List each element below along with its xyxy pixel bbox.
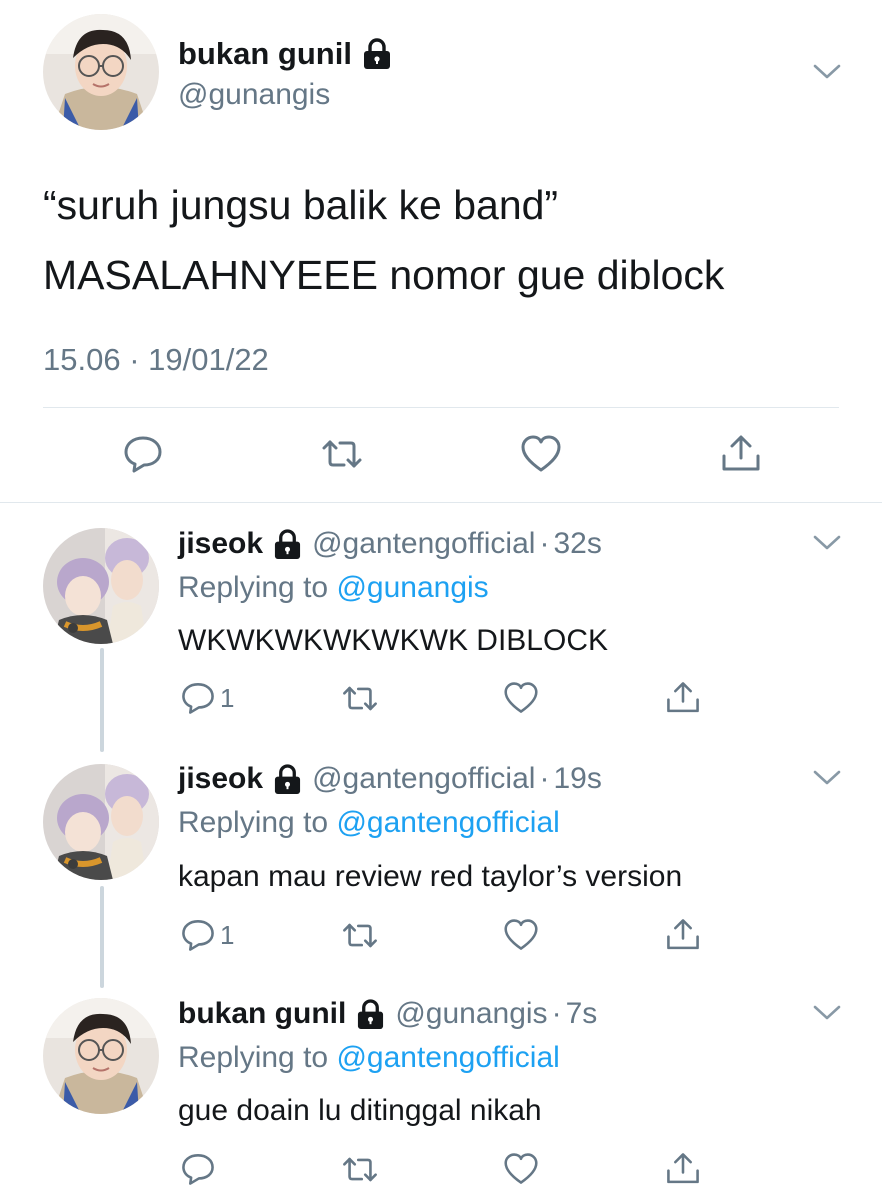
like-icon[interactable] bbox=[503, 681, 539, 715]
replying-to: Replying to @gantengofficial bbox=[178, 1041, 560, 1075]
retweet-icon[interactable] bbox=[340, 1152, 380, 1187]
reply-count: 1 bbox=[220, 919, 235, 950]
reply-header: jiseok @gantengofficial · 19s bbox=[178, 762, 602, 796]
reply-icon[interactable] bbox=[122, 434, 164, 474]
reply-icon bbox=[180, 1151, 216, 1187]
reply-header: jiseok @gantengofficial · 32s bbox=[178, 527, 602, 561]
tweet-text-line: MASALAHNYEEE nomor gue diblock bbox=[43, 252, 725, 298]
reply-button[interactable] bbox=[180, 1151, 220, 1187]
avatar[interactable] bbox=[43, 14, 159, 130]
divider bbox=[0, 502, 882, 503]
replying-to: Replying to @gunangis bbox=[178, 571, 489, 605]
replying-to-label: Replying to bbox=[178, 571, 337, 604]
avatar[interactable] bbox=[43, 764, 159, 880]
chevron-down-icon[interactable] bbox=[812, 533, 842, 553]
share-icon[interactable] bbox=[665, 1151, 701, 1187]
tweet-timestamp[interactable]: 15.06 · 19/01/22 bbox=[43, 342, 269, 378]
retweet-icon[interactable] bbox=[319, 434, 365, 474]
share-icon[interactable] bbox=[720, 434, 762, 474]
thread-line bbox=[100, 648, 104, 752]
display-name[interactable]: jiseok bbox=[178, 762, 263, 796]
handle[interactable]: @gantengofficial bbox=[312, 762, 535, 796]
mention-link[interactable]: @gantengofficial bbox=[336, 1041, 559, 1074]
tweet-text: WKWKWKWKWKWK DIBLOCK bbox=[178, 624, 608, 657]
tweet-age[interactable]: 7s bbox=[566, 997, 598, 1031]
retweet-icon[interactable] bbox=[340, 918, 380, 953]
chevron-down-icon[interactable] bbox=[812, 62, 842, 82]
display-name[interactable]: bukan gunil bbox=[178, 36, 352, 72]
tweet-text: gue doain lu ditinggal nikah bbox=[178, 1094, 542, 1127]
like-icon[interactable] bbox=[520, 434, 562, 474]
tweet-text: “suruh jungsu balik ke band” MASALAHNYEE… bbox=[43, 170, 724, 310]
avatar[interactable] bbox=[43, 998, 159, 1114]
reply-header: bukan gunil @gunangis · 7s bbox=[178, 997, 597, 1031]
replying-to: Replying to @gantengofficial bbox=[178, 806, 560, 840]
handle[interactable]: @gunangis bbox=[395, 997, 547, 1031]
divider bbox=[43, 407, 839, 408]
separator-dot: · bbox=[551, 997, 562, 1030]
chevron-down-icon[interactable] bbox=[812, 1003, 842, 1023]
display-name[interactable]: bukan gunil bbox=[178, 997, 346, 1031]
tweet-age[interactable]: 32s bbox=[553, 527, 601, 561]
lock-icon bbox=[273, 763, 302, 795]
chevron-down-icon[interactable] bbox=[812, 768, 842, 788]
avatar[interactable] bbox=[43, 528, 159, 644]
replying-to-label: Replying to bbox=[178, 1041, 337, 1074]
tweet-age[interactable]: 19s bbox=[553, 762, 601, 796]
separator-dot: · bbox=[539, 762, 550, 795]
lock-icon bbox=[273, 528, 302, 560]
handle[interactable]: @gunangis bbox=[178, 78, 330, 112]
retweet-icon[interactable] bbox=[340, 681, 380, 716]
handle[interactable]: @gantengofficial bbox=[312, 527, 535, 561]
display-name-row[interactable]: bukan gunil bbox=[178, 36, 392, 72]
thread-line bbox=[100, 886, 104, 988]
like-icon[interactable] bbox=[503, 918, 539, 952]
replying-to-label: Replying to bbox=[178, 806, 337, 839]
share-icon[interactable] bbox=[665, 680, 701, 716]
lock-icon bbox=[362, 38, 392, 70]
separator-dot: · bbox=[539, 527, 550, 560]
reply-icon bbox=[180, 680, 216, 716]
mention-link[interactable]: @gunangis bbox=[336, 571, 488, 604]
mention-link[interactable]: @gantengofficial bbox=[336, 806, 559, 839]
reply-button[interactable]: 1 bbox=[180, 917, 234, 953]
share-icon[interactable] bbox=[665, 917, 701, 953]
display-name[interactable]: jiseok bbox=[178, 527, 263, 561]
like-icon[interactable] bbox=[503, 1152, 539, 1186]
tweet-text: kapan mau review red taylor’s version bbox=[178, 860, 683, 893]
reply-icon bbox=[180, 917, 216, 953]
lock-icon bbox=[356, 998, 385, 1030]
tweet-text-line: “suruh jungsu balik ke band” bbox=[43, 182, 559, 228]
reply-button[interactable]: 1 bbox=[180, 680, 234, 716]
reply-count: 1 bbox=[220, 682, 235, 713]
